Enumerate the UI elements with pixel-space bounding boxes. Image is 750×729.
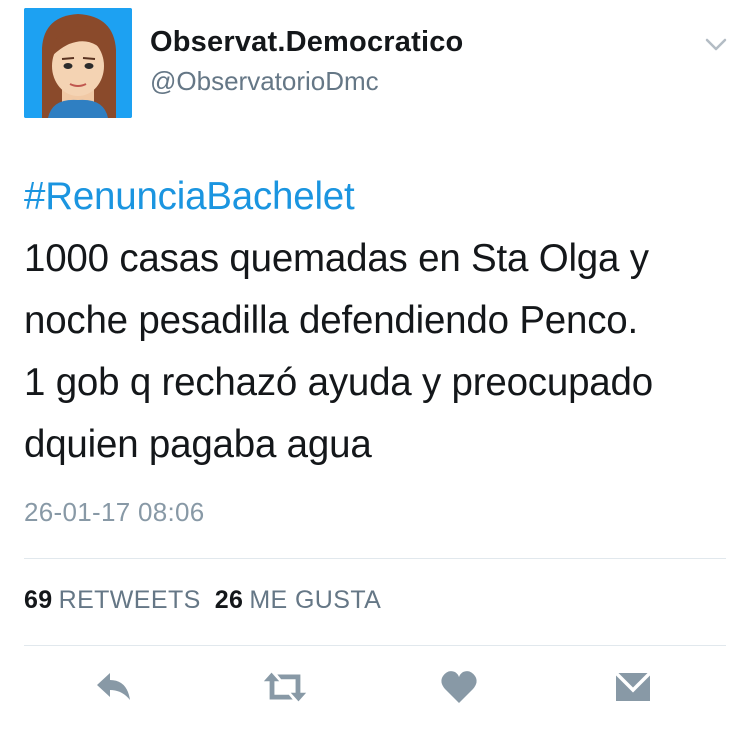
- tweet-text-line: noche pesadilla defendiendo Penco.: [24, 299, 638, 342]
- retweets-label[interactable]: RETWEETS: [59, 586, 201, 614]
- tweet-timestamp: 26-01-17 08:06: [24, 497, 205, 527]
- avatar-illustration: [24, 8, 132, 118]
- tweet-stats: 69 RETWEETS 26 ME GUSTA: [24, 586, 395, 615]
- retweet-button[interactable]: [260, 662, 310, 712]
- reply-button[interactable]: [88, 662, 138, 712]
- reply-icon: [97, 673, 130, 700]
- chevron-down-icon[interactable]: [704, 36, 728, 54]
- tweet-text-line: dquien pagaba agua: [24, 423, 372, 466]
- author-display-name[interactable]: Observat.Democratico: [150, 26, 463, 59]
- action-bar: [0, 662, 750, 718]
- avatar[interactable]: [24, 8, 132, 118]
- tweet-text-line: 1000 casas quemadas en Sta Olga y: [24, 237, 649, 280]
- likes-label[interactable]: ME GUSTA: [249, 586, 381, 614]
- divider: [24, 558, 726, 559]
- heart-icon: [441, 671, 477, 703]
- retweets-count[interactable]: 69: [24, 586, 53, 614]
- tweet-card: Observat.Democratico @ObservatorioDmc #R…: [0, 0, 750, 729]
- retweet-icon: [263, 672, 307, 702]
- author-handle[interactable]: @ObservatorioDmc: [150, 66, 379, 97]
- divider: [24, 645, 726, 646]
- tweet-text: #RenunciaBachelet 1000 casas quemadas en…: [24, 166, 736, 476]
- envelope-icon: [614, 671, 652, 701]
- tweet-text-line: 1 gob q rechazó ayuda y preocupado: [24, 361, 653, 404]
- likes-count[interactable]: 26: [215, 586, 244, 614]
- like-button[interactable]: [434, 662, 484, 712]
- hashtag-link[interactable]: #RenunciaBachelet: [24, 166, 736, 228]
- direct-message-button[interactable]: [608, 662, 658, 712]
